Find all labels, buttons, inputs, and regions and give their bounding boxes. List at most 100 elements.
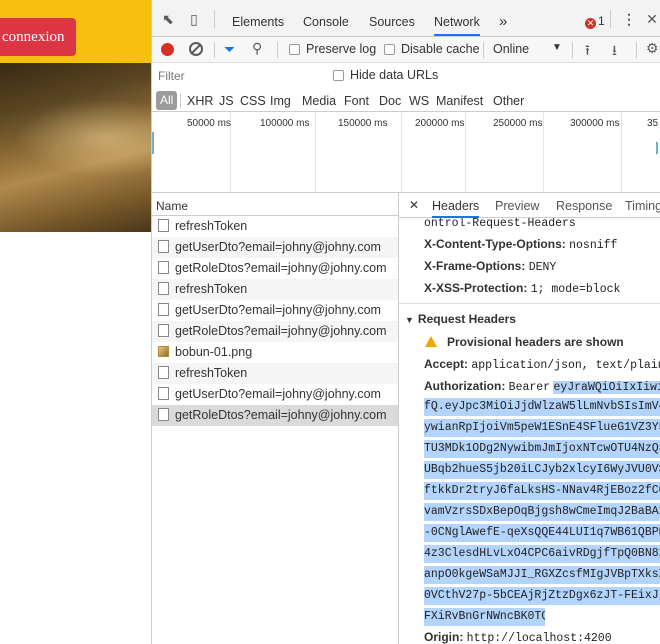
response-header-row: X-Content-Type-Options: nosniff — [424, 237, 618, 252]
type-filter-img[interactable]: Img — [270, 94, 291, 108]
request-row[interactable]: getUserDto?email=johny@johny.com — [152, 300, 398, 321]
selected-token-text[interactable]: ftkkDr2tryJ6faLksHS-NNav4RjEBoz2fC0 — [424, 482, 660, 500]
timeline-label: 300000 ms — [570, 118, 620, 129]
import-har-icon[interactable]: ⭱ — [585, 40, 590, 64]
search-icon[interactable]: ⚲ — [252, 40, 262, 57]
chevron-down-icon[interactable]: ▼ — [552, 42, 562, 53]
timeline-gridline — [401, 112, 402, 192]
document-icon — [158, 282, 169, 295]
detail-tab-preview[interactable]: Preview — [495, 199, 539, 213]
detail-tab-headers[interactable]: Headers — [432, 199, 480, 218]
document-icon — [158, 324, 169, 337]
request-header-row: Accept: application/json, text/plain — [424, 357, 660, 372]
warning-icon — [425, 336, 437, 347]
request-row[interactable]: getRoleDtos?email=johny@johny.com — [152, 321, 398, 342]
selected-token-text[interactable]: TU3MDk1ODg2NywibmJmIjoxNTcwOTU4NzQ3I — [424, 440, 660, 458]
triangle-down-icon: ▼ — [405, 315, 414, 325]
type-filter-all[interactable]: All — [156, 91, 178, 110]
export-har-icon[interactable]: ⭳ — [612, 40, 617, 64]
inspect-element-icon[interactable]: ⬉ — [160, 11, 176, 27]
document-icon — [158, 219, 169, 232]
selected-token-text[interactable]: vamVzrsSDxBepOqBjgsh8wCmeImqJ2BaBAx — [424, 503, 660, 521]
device-toolbar-icon[interactable]: ▯ — [186, 11, 202, 27]
timeline-gridline — [315, 112, 316, 192]
toolbar-separator — [277, 42, 278, 58]
timeline-gridline — [465, 112, 466, 192]
error-count-badge[interactable]: ✕ 1 — [585, 14, 605, 29]
request-row[interactable]: bobun-01.png — [152, 342, 398, 363]
toolbar-separator — [214, 42, 215, 58]
timeline-request-bar — [656, 142, 658, 154]
connexion-button[interactable]: connexion — [0, 18, 76, 56]
request-row[interactable]: getUserDto?email=johny@johny.com — [152, 384, 398, 405]
checkbox-icon — [333, 70, 344, 81]
timeline-request-bar — [152, 132, 154, 154]
selected-token-text[interactable]: ywianRpIjoiVm5peW1ESnE4SFlueG1VZ3Y5c — [424, 419, 660, 437]
tab-elements[interactable]: Elements — [232, 0, 284, 36]
name-column-header[interactable]: Name — [152, 193, 398, 216]
selected-token-text[interactable]: UBqb2hueS5jb20iLCJyb2xlcyI6WyJVU0VSI — [424, 461, 660, 479]
clear-button[interactable] — [189, 42, 203, 56]
request-row[interactable]: getUserDto?email=johny@johny.com — [152, 237, 398, 258]
detail-tab-timing[interactable]: Timing — [625, 199, 660, 213]
type-filter-media[interactable]: Media — [302, 94, 336, 108]
type-separator — [180, 94, 181, 108]
type-filter-js[interactable]: JS — [219, 94, 234, 108]
filter-bar: Hide data URLs — [152, 63, 660, 89]
timeline-gridline — [621, 112, 622, 192]
type-filter-xhr[interactable]: XHR — [187, 94, 213, 108]
type-filter-doc[interactable]: Doc — [379, 94, 401, 108]
section-divider — [399, 303, 660, 304]
selected-token-text[interactable]: FXiRvBnGrNWncBK0TQ — [424, 608, 545, 626]
request-row-selected[interactable]: getRoleDtos?email=johny@johny.com — [152, 405, 398, 426]
provisional-headers-warning: Provisional headers are shown — [425, 335, 624, 349]
document-icon — [158, 387, 169, 400]
document-icon — [158, 366, 169, 379]
tab-console[interactable]: Console — [303, 0, 349, 36]
hide-data-urls-checkbox[interactable]: Hide data URLs — [333, 68, 438, 82]
gear-icon[interactable]: ⚙ — [646, 40, 659, 57]
timeline-label: 50000 ms — [187, 118, 231, 129]
type-filter-css[interactable]: CSS — [240, 94, 266, 108]
selected-token-text[interactable]: fQ.eyJpc3MiOiJjdWlzaW5lLmNvbSIsImV4c — [424, 398, 660, 416]
selected-token-text[interactable]: eyJraWQiOiIxIiwi — [553, 381, 660, 394]
request-row[interactable]: refreshToken — [152, 363, 398, 384]
tab-network[interactable]: Network — [434, 0, 480, 36]
request-row[interactable]: refreshToken — [152, 216, 398, 237]
close-devtools-icon[interactable]: ✕ — [644, 11, 660, 27]
network-timeline-overview[interactable]: 50000 ms 100000 ms 150000 ms 200000 ms 2… — [152, 112, 660, 193]
selected-token-text[interactable]: 0VCthV27p-5bCEAjRjZtzDgx6zJT-FEixJI — [424, 587, 660, 605]
close-detail-icon[interactable]: ✕ — [409, 198, 419, 212]
request-list: Name refreshToken getUserDto?email=johny… — [152, 193, 399, 644]
detail-tab-bar: ✕ Headers Preview Response Timing — [399, 193, 660, 218]
throttle-select[interactable]: Online — [493, 42, 529, 56]
filter-input[interactable] — [158, 67, 320, 85]
more-tabs-button[interactable]: » — [499, 0, 507, 36]
checkbox-icon — [384, 44, 395, 55]
image-file-icon — [158, 346, 169, 357]
preserve-log-checkbox[interactable]: Preserve log — [289, 42, 376, 56]
kebab-menu-icon[interactable]: ⋮ — [621, 11, 637, 27]
type-filter-font[interactable]: Font — [344, 94, 369, 108]
timeline-label: 250000 ms — [493, 118, 543, 129]
selected-token-text[interactable]: 4z3ClesdHLvLxO4CPC6aivRDgjfTpQ0BN82 — [424, 545, 660, 563]
type-filter-ws[interactable]: WS — [409, 94, 429, 108]
record-button[interactable] — [161, 43, 174, 56]
request-row[interactable]: getRoleDtos?email=johny@johny.com — [152, 258, 398, 279]
type-filter-manifest[interactable]: Manifest — [436, 94, 483, 108]
web-page: connexion — [0, 0, 151, 644]
timeline-label: 100000 ms — [260, 118, 310, 129]
detail-tab-response[interactable]: Response — [556, 199, 612, 213]
request-header-row: Origin: http://localhost:4200 — [424, 630, 612, 644]
timeline-gridline — [543, 112, 544, 192]
tab-sources[interactable]: Sources — [369, 0, 415, 36]
selected-token-text[interactable]: -0CNglAwefE-qeXsQQE44LUI1q7WB61QBPE — [424, 524, 660, 542]
document-icon — [158, 408, 169, 421]
tab-separator — [214, 10, 215, 28]
request-headers-section[interactable]: ▼ Request Headers — [405, 312, 516, 326]
type-filter-other[interactable]: Other — [493, 94, 524, 108]
filter-icon[interactable]: ⏷ — [224, 41, 235, 58]
request-row[interactable]: refreshToken — [152, 279, 398, 300]
selected-token-text[interactable]: anpO0kgeWSaMJJI_RGXZcsfMIgJVBpTXksX — [424, 566, 660, 584]
disable-cache-checkbox[interactable]: Disable cache — [384, 42, 480, 56]
